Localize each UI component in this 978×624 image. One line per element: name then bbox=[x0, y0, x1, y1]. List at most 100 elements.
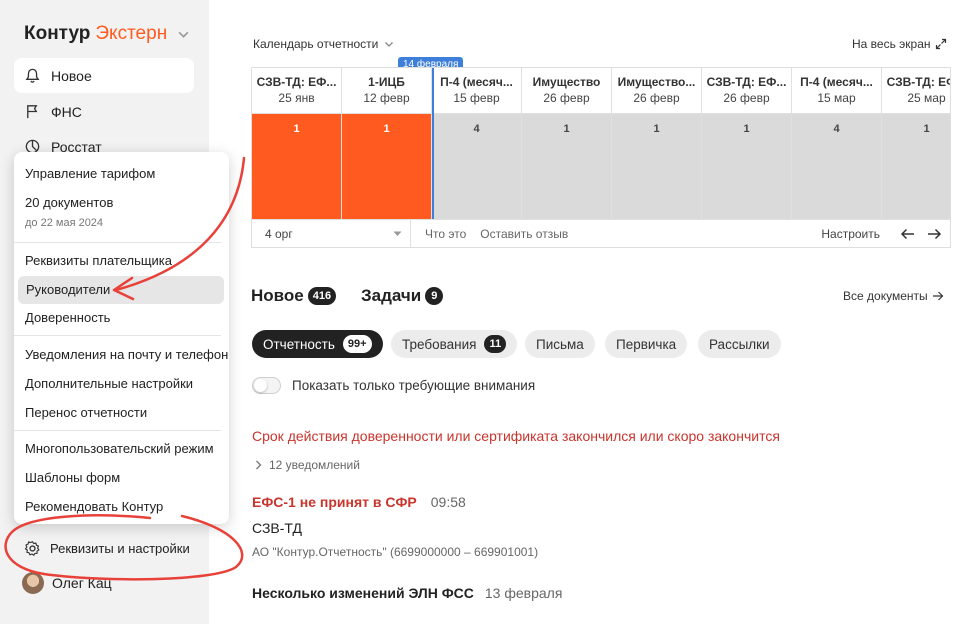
menu-item-extra-settings[interactable]: Дополнительные настройки bbox=[25, 376, 193, 391]
calendar-column[interactable]: Имущество... 26 февр 1 bbox=[612, 68, 702, 219]
tab-tasks-label: Задачи bbox=[361, 286, 422, 305]
bell-icon bbox=[24, 67, 41, 84]
menu-item-power-of-attorney[interactable]: Доверенность bbox=[25, 310, 110, 325]
gear-icon bbox=[24, 540, 41, 557]
org-select[interactable]: 4 орг bbox=[252, 220, 411, 247]
tab-tasks[interactable]: Задачи 9 bbox=[361, 286, 444, 306]
calendar-column-header: Имущество 26 февр bbox=[522, 68, 611, 114]
menu-item-transfer-reports[interactable]: Перенос отчетности bbox=[25, 405, 147, 420]
brand-name: Контур bbox=[24, 23, 91, 44]
prev-button[interactable] bbox=[898, 225, 916, 243]
tab-new[interactable]: Новое 416 bbox=[251, 286, 337, 306]
report-date: 25 янв bbox=[278, 91, 315, 105]
report-count: 1 bbox=[342, 114, 431, 219]
chip-letters[interactable]: Письма bbox=[525, 330, 595, 358]
calendar-column[interactable]: П-4 (месяч... 15 февр 4 bbox=[432, 68, 522, 219]
calendar-controls: Настроить bbox=[821, 225, 950, 243]
arrow-right-icon bbox=[927, 228, 941, 240]
menu-divider bbox=[14, 335, 221, 336]
settings-dropdown-menu: Управление тарифом 20 документов до 22 м… bbox=[14, 152, 229, 524]
report-calendar: СЗВ-ТД: ЕФ... 25 янв 1 1-ИЦБ 12 февр 1 П-4 (ме… bbox=[251, 67, 951, 248]
document-type: СЗВ-ТД bbox=[252, 520, 302, 536]
calendar-column[interactable]: СЗВ-ТД: ЕФ... 26 февр 1 bbox=[702, 68, 792, 219]
report-count: 1 bbox=[612, 114, 701, 219]
calendar-title-label: Календарь отчетности bbox=[253, 37, 379, 51]
attention-toggle-row: Показать только требующие внимания bbox=[252, 377, 535, 394]
report-date: 15 мар bbox=[817, 91, 856, 105]
menu-item-tariff[interactable]: Управление тарифом bbox=[25, 166, 155, 181]
report-date: 26 февр bbox=[543, 91, 590, 105]
attention-toggle[interactable] bbox=[252, 377, 281, 394]
avatar bbox=[22, 572, 44, 594]
calendar-column-header: СЗВ-ТД: ЕФ... 26 февр bbox=[702, 68, 791, 114]
sidebar-item-fns[interactable]: ФНС bbox=[14, 94, 194, 129]
calendar-title[interactable]: Календарь отчетности bbox=[253, 37, 394, 51]
calendar-column[interactable]: 1-ИЦБ 12 февр 1 bbox=[342, 68, 432, 219]
chip-reports[interactable]: Отчетность 99+ bbox=[252, 330, 383, 358]
report-name: Имущество... bbox=[617, 75, 696, 89]
report-count: 1 bbox=[702, 114, 791, 219]
report-count: 1 bbox=[522, 114, 611, 219]
calendar-column[interactable]: СЗВ-ТД: ЕФ... 25 янв 1 bbox=[252, 68, 342, 219]
settings-button[interactable]: Реквизиты и настройки bbox=[14, 531, 204, 565]
efs-title: ЕФС-1 не принят в СФР bbox=[252, 494, 417, 510]
new-count-badge: 416 bbox=[307, 287, 337, 305]
eln-item[interactable]: Несколько изменений ЭЛН ФСС 13 февраля bbox=[252, 585, 562, 601]
fullscreen-label: На весь экран bbox=[852, 37, 931, 51]
report-name: П-4 (месяч... bbox=[800, 75, 873, 89]
eln-title: Несколько изменений ЭЛН ФСС bbox=[252, 585, 474, 601]
report-name: П-4 (месяч... bbox=[440, 75, 513, 89]
calendar-column[interactable]: СЗВ-ТД: ЕФ... 25 мар 1 bbox=[882, 68, 950, 219]
chip-mailings[interactable]: Рассылки bbox=[698, 330, 781, 358]
all-documents-link[interactable]: Все документы bbox=[843, 289, 944, 303]
efs-item[interactable]: ЕФС-1 не принят в СФР 09:58 bbox=[252, 494, 466, 510]
chip-primary[interactable]: Первичка bbox=[605, 330, 688, 358]
eln-date: 13 февраля bbox=[484, 585, 563, 601]
calendar-column[interactable]: П-4 (месяч... 15 мар 4 bbox=[792, 68, 882, 219]
warning-title[interactable]: Срок действия доверенности или сертифика… bbox=[252, 428, 780, 444]
requirements-count-badge: 11 bbox=[484, 335, 507, 353]
menu-item-managers[interactable]: Руководители bbox=[26, 282, 110, 297]
notifications-expander[interactable]: 12 уведомлений bbox=[255, 458, 360, 472]
product-name: Экстерн bbox=[95, 23, 168, 44]
menu-item-notifications[interactable]: Уведомления на почту и телефон bbox=[25, 347, 228, 362]
report-date: 26 февр bbox=[633, 91, 680, 105]
report-name: 1-ИЦБ bbox=[368, 75, 405, 89]
chevron-down-icon bbox=[178, 31, 189, 38]
report-date: 15 февр bbox=[453, 91, 500, 105]
what-is-link[interactable]: Что это bbox=[425, 227, 466, 241]
sidebar-item-label: ФНС bbox=[51, 103, 82, 120]
report-name: СЗВ-ТД: ЕФ... bbox=[256, 75, 337, 89]
user-profile[interactable]: Олег Кац bbox=[22, 572, 112, 594]
reports-count-badge: 99+ bbox=[342, 335, 372, 353]
configure-button[interactable]: Настроить bbox=[821, 227, 880, 241]
flag-icon bbox=[24, 103, 41, 120]
menu-item-multiuser[interactable]: Многопользовательский режим bbox=[25, 441, 214, 456]
menu-item-payer-details[interactable]: Реквизиты плательщика bbox=[25, 253, 172, 268]
chip-requirements[interactable]: Требования 11 bbox=[391, 330, 518, 358]
fullscreen-button[interactable]: На весь экран bbox=[852, 37, 947, 51]
efs-time: 09:58 bbox=[430, 494, 466, 510]
app-logo[interactable]: Контур Экстерн bbox=[24, 23, 190, 45]
next-button[interactable] bbox=[925, 225, 943, 243]
sidebar-item-new[interactable]: Новое bbox=[14, 58, 194, 93]
report-date: 12 февр bbox=[363, 91, 410, 105]
settings-label: Реквизиты и настройки bbox=[50, 540, 190, 556]
feedback-link[interactable]: Оставить отзыв bbox=[480, 227, 568, 241]
calendar-column-header: СЗВ-ТД: ЕФ... 25 янв bbox=[252, 68, 341, 114]
menu-item-recommend[interactable]: Рекомендовать Контур bbox=[25, 499, 163, 514]
calendar-column-header: 1-ИЦБ 12 февр bbox=[342, 68, 431, 114]
menu-item-form-templates[interactable]: Шаблоны форм bbox=[25, 470, 120, 485]
report-date: 26 февр bbox=[723, 91, 770, 105]
tab-new-label: Новое bbox=[251, 286, 304, 305]
caret-down-icon bbox=[393, 231, 402, 236]
chip-reports-label: Отчетность bbox=[263, 336, 335, 352]
report-name: СЗВ-ТД: ЕФ... bbox=[706, 75, 787, 89]
calendar-column[interactable]: Имущество 26 февр 1 bbox=[522, 68, 612, 219]
report-count: 1 bbox=[882, 114, 950, 219]
user-name: Олег Кац bbox=[52, 575, 112, 591]
chevron-down-icon bbox=[385, 42, 394, 47]
report-name: СЗВ-ТД: ЕФ... bbox=[886, 75, 950, 89]
expand-icon bbox=[935, 38, 946, 50]
calendar-column-header: СЗВ-ТД: ЕФ... 25 мар bbox=[882, 68, 950, 114]
